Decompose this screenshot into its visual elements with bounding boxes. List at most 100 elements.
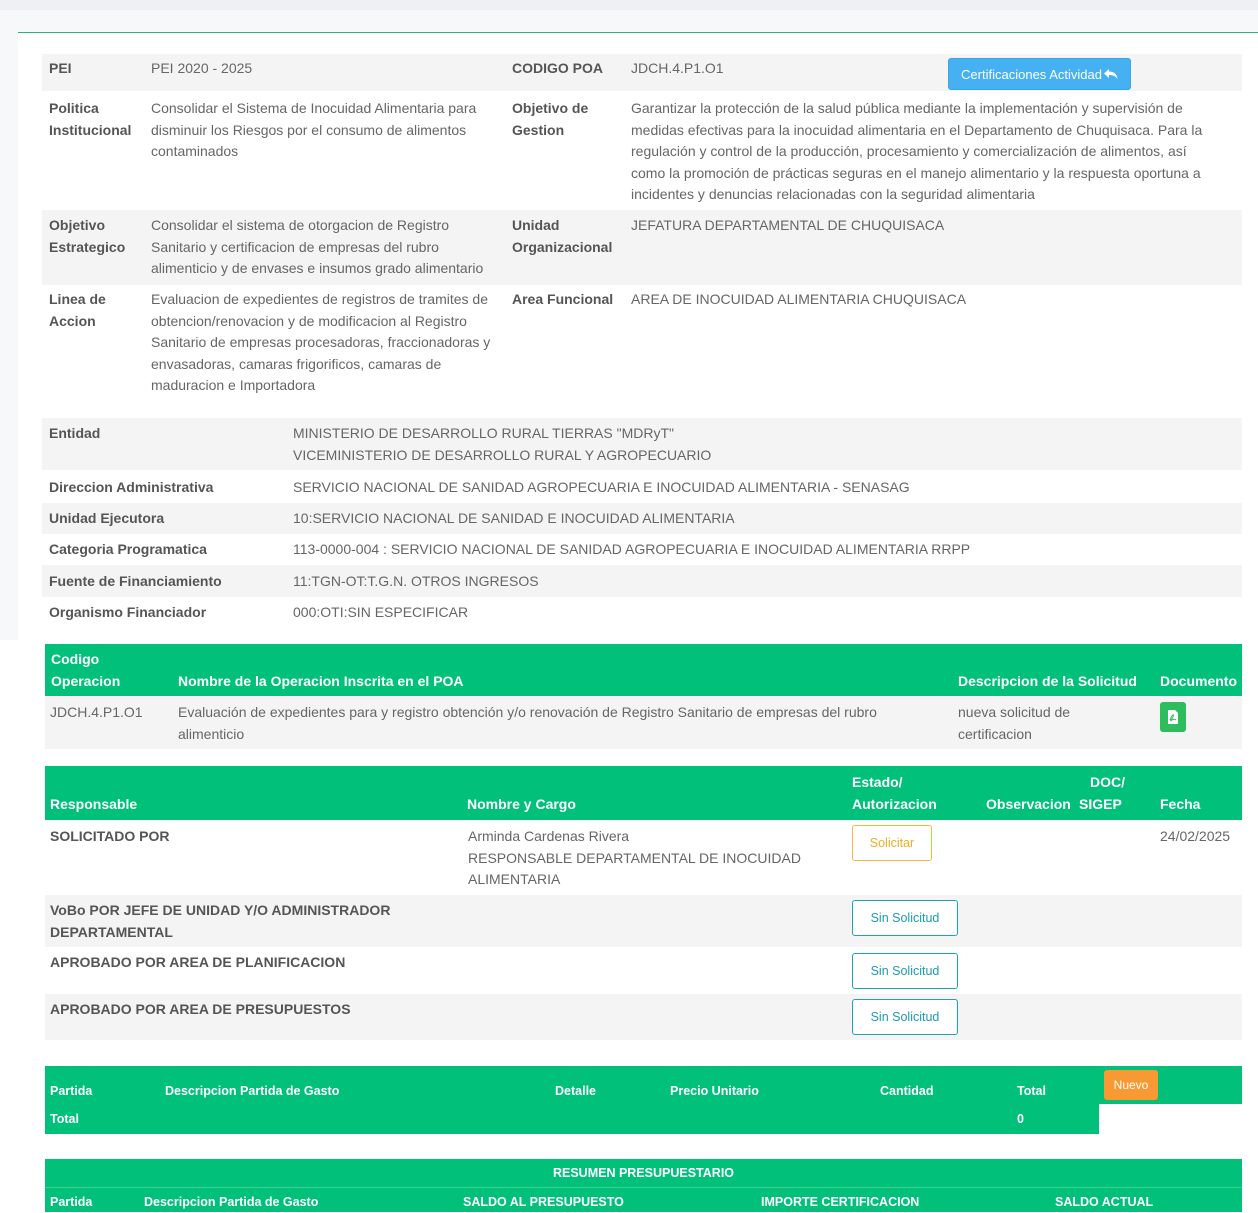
area-funcional-value: AREA DE INOCUIDAD ALIMENTARIA CHUQUISACA	[631, 291, 967, 307]
codigo-poa-value: JDCH.4.P1.O1	[631, 60, 724, 76]
footer-total-label: Total	[50, 1112, 79, 1126]
pdf-document-icon[interactable]	[1160, 702, 1186, 732]
entidad-value: MINISTERIO DE DESARROLLO RURAL TIERRAS "…	[293, 423, 711, 466]
unidad-org-label-1: Unidad	[512, 217, 560, 233]
objetivo-gestion-line: Garantizar la protección de la salud púb…	[631, 100, 1183, 116]
entidad-line-1: MINISTERIO DE DESARROLLO RURAL TIERRAS "…	[293, 425, 674, 441]
sin-solicitud-vobo-button[interactable]: Sin Solicitud	[852, 900, 958, 936]
certificaciones-actividad-label: Certificaciones Actividad	[961, 66, 1102, 82]
objetivo-gestion-line: incidentes y denuncias relacionadas con …	[631, 186, 1035, 202]
header-total: Total	[1017, 1084, 1046, 1098]
footer-total-value: 0	[1017, 1112, 1024, 1126]
politica-line: contaminados	[151, 143, 239, 159]
responsable-presupuestos: APROBADO POR AREA DE PRESUPUESTOS	[50, 1001, 351, 1017]
objetivo-gestion-label-1: Objetivo de	[512, 100, 589, 116]
resumen-divider	[45, 1187, 1242, 1188]
vobo-line-2: DEPARTAMENTAL	[50, 923, 173, 940]
header-partida: Partida	[50, 1084, 93, 1098]
codigo-poa-label: CODIGO POA	[512, 60, 604, 76]
header-doc-1: DOC/	[1090, 774, 1125, 790]
nombre-cargo-solicitante: Arminda Cardenas Rivera RESPONSABLE DEPA…	[468, 826, 828, 891]
objetivo-gestion-line: medidas efectivas para la inocuidad alim…	[631, 121, 1203, 138]
linea-line: obtencion/renovacion y de modificacion a…	[151, 312, 467, 329]
solicitar-button[interactable]: Solicitar	[852, 825, 932, 861]
unidad-organizacional-label: Unidad Organizacional	[512, 215, 612, 258]
resumen-header-partida: Partida	[50, 1195, 93, 1209]
nuevo-button[interactable]: Nuevo	[1104, 1070, 1158, 1100]
entidad-label: Entidad	[49, 425, 101, 441]
unidad-org-label-2: Organizacional	[512, 238, 613, 255]
politica-line: disminuir los Riesgos por el consumo de …	[151, 121, 467, 138]
linea-accion-label: Linea de Accion	[49, 289, 106, 332]
objetivo-estrategico-label-1: Objetivo	[49, 217, 106, 233]
header-estado-2: Autorizacion	[852, 796, 937, 812]
pei-value: PEI 2020 - 2025	[151, 60, 253, 76]
categoria-value: 113-0000-004 : SERVICIO NACIONAL DE SANI…	[293, 541, 971, 557]
linea-line: maduracion e Importadora	[151, 377, 316, 393]
header-descripcion-solicitud: Descripcion de la Solicitud	[958, 673, 1137, 689]
solicitante-cargo-1: RESPONSABLE DEPARTAMENTAL DE INOCUIDAD	[468, 849, 801, 866]
operacion-table-header: Codigo Operacion Nombre de la Operacion I…	[45, 644, 1242, 696]
politica-label-1: Politica	[49, 100, 99, 116]
header-estado-1: Estado/	[852, 774, 903, 790]
partida-table: Partida Descripcion Partida de Gasto Det…	[45, 1066, 1099, 1134]
unidad-organizacional-value: JEFATURA DEPARTAMENTAL DE CHUQUISACA	[631, 217, 945, 233]
header-fecha: Fecha	[1160, 796, 1201, 812]
linea-label-2: Accion	[49, 312, 96, 329]
responsable-solicitado: SOLICITADO POR	[50, 828, 170, 844]
fecha-solicitud: 24/02/2025	[1160, 828, 1231, 844]
direccion-label: Direccion Administrativa	[49, 479, 214, 495]
objetivo-gestion-value: Garantizar la protección de la salud púb…	[631, 98, 1231, 206]
organismo-label: Organismo Financiador	[49, 604, 207, 620]
resumen-header-saldo-actual: SALDO ACTUAL	[1055, 1195, 1154, 1209]
certificaciones-actividad-button[interactable]: Certificaciones Actividad	[948, 58, 1131, 90]
header-cantidad: Cantidad	[880, 1084, 934, 1098]
operacion-desc-1: nueva solicitud de	[958, 704, 1071, 720]
header-descripcion-partida: Descripcion Partida de Gasto	[165, 1084, 340, 1098]
header-observacion: Observacion	[986, 796, 1071, 812]
responsable-vobo: VoBo POR JEFE DE UNIDAD Y/O ADMINISTRADO…	[50, 900, 390, 943]
header-responsable: Responsable	[50, 796, 138, 812]
unidad-ejecutora-value: 10:SERVICIO NACIONAL DE SANIDAD E INOCUI…	[293, 510, 735, 526]
linea-line: Evaluacion de expedientes de registros d…	[151, 291, 488, 307]
operacion-descripcion: nueva solicitud de certificacion	[958, 702, 1070, 745]
resumen-table: RESUMEN PRESUPUESTARIO Partida Descripci…	[45, 1159, 1242, 1212]
header-documento: Documento	[1160, 673, 1237, 689]
area-funcional-label: Area Funcional	[512, 291, 614, 307]
fuente-label: Fuente de Financiamiento	[49, 573, 222, 589]
operacion-codigo: JDCH.4.P1.O1	[50, 704, 143, 720]
objetivo-gestion-label: Objetivo de Gestion	[512, 98, 588, 141]
politica-value: Consolidar el Sistema de Inocuidad Alime…	[151, 98, 501, 163]
resumen-header-descripcion: Descripcion Partida de Gasto	[144, 1195, 319, 1209]
operacion-nombre-1: Evaluación de expedientes para y registr…	[178, 704, 877, 720]
solicitante-nombre: Arminda Cardenas Rivera	[468, 828, 630, 844]
fuente-value: 11:TGN-OT:T.G.N. OTROS INGRESOS	[293, 573, 539, 589]
objetivo-estrategico-label: Objetivo Estrategico	[49, 215, 125, 258]
operacion-desc-2: certificacion	[958, 725, 1032, 742]
linea-line: Sanitario de empresas procesadoras, frac…	[151, 334, 491, 350]
header-doc-sigep: DOC/SIGEP	[1079, 771, 1125, 815]
objetivo-estrategico-label-2: Estrategico	[49, 238, 126, 255]
responsable-planificacion: APROBADO POR AREA DE PLANIFICACION	[50, 954, 346, 970]
objetivo-estrategico-line: Consolidar el sistema de otorgacion de R…	[151, 217, 450, 233]
header-doc-2: SIGEP	[1079, 796, 1122, 812]
header-precio-unitario: Precio Unitario	[670, 1084, 759, 1098]
unidad-ejecutora-label: Unidad Ejecutora	[49, 510, 165, 526]
file-pdf-glyph	[1168, 710, 1178, 724]
resumen-header-saldo-presupuesto: SALDO AL PRESUPUESTO	[463, 1195, 624, 1209]
objetivo-gestion-line: regulación y control de la producción, p…	[631, 143, 1187, 159]
header-nombre-cargo: Nombre y Cargo	[467, 796, 576, 812]
linea-label-1: Linea de	[49, 291, 106, 307]
sin-solicitud-planificacion-button[interactable]: Sin Solicitud	[852, 953, 958, 989]
pei-label: PEI	[49, 60, 72, 76]
resumen-title: RESUMEN PRESUPUESTARIO	[552, 1166, 735, 1180]
objetivo-estrategico-line: Sanitario y certificacion de empresas de…	[151, 238, 439, 255]
politica-label: Politica Institucional	[49, 98, 131, 141]
header-codigo-2: Operacion	[51, 673, 121, 689]
header-detalle: Detalle	[555, 1084, 596, 1098]
header-codigo-1: Codigo	[51, 651, 100, 667]
resumen-header-importe: IMPORTE CERTIFICACION	[761, 1195, 920, 1209]
linea-accion-value: Evaluacion de expedientes de registros d…	[151, 289, 506, 397]
sin-solicitud-presupuestos-button[interactable]: Sin Solicitud	[852, 999, 958, 1035]
categoria-label: Categoria Programatica	[49, 541, 207, 557]
